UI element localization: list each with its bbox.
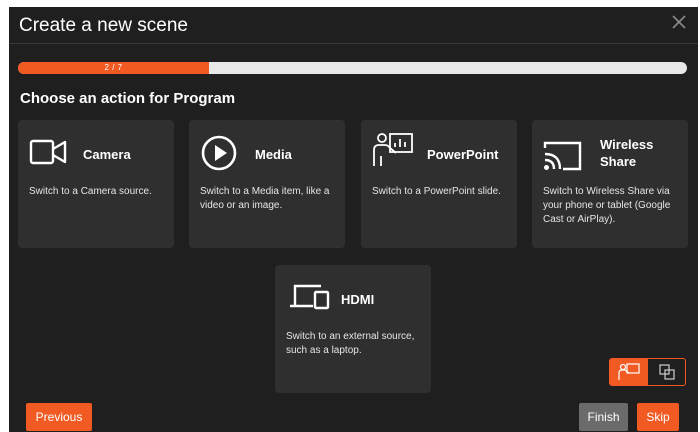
card-wireless-share[interactable]: Wireless Share Switch to Wireless Share … — [532, 120, 688, 248]
devices-icon — [290, 284, 330, 310]
presenter-icon — [373, 133, 413, 166]
previous-button[interactable]: Previous — [26, 403, 92, 431]
header-divider — [9, 43, 698, 44]
camera-icon — [29, 139, 67, 165]
finish-button[interactable]: Finish — [579, 403, 628, 431]
card-powerpoint[interactable]: PowerPoint Switch to a PowerPoint slide. — [361, 120, 517, 248]
view-toggle[interactable] — [609, 358, 686, 386]
card-label: Media — [255, 147, 292, 162]
close-icon[interactable] — [670, 13, 688, 31]
play-icon — [201, 135, 237, 171]
card-label: PowerPoint — [427, 147, 499, 162]
section-heading: Choose an action for Program — [20, 90, 236, 107]
create-scene-dialog: Create a new scene 2 / 7 Choose an actio… — [9, 7, 698, 432]
card-description: Switch to Wireless Share via your phone … — [543, 186, 671, 225]
card-label: Camera — [83, 147, 131, 162]
skip-button[interactable]: Skip — [637, 403, 679, 431]
card-media[interactable]: Media Switch to a Media item, like a vid… — [189, 120, 345, 248]
dialog-title: Create a new scene — [19, 15, 188, 36]
card-camera[interactable]: Camera Switch to a Camera source. — [18, 120, 174, 248]
layout-view-toggle[interactable] — [647, 359, 685, 385]
presenter-icon — [618, 363, 640, 380]
card-description: Switch to a PowerPoint slide. — [372, 186, 501, 197]
card-label: HDMI — [341, 292, 375, 307]
cast-icon — [543, 141, 582, 171]
card-hdmi[interactable]: HDMI Switch to an external source, such … — [275, 265, 431, 393]
card-description: Switch to a Media item, like a video or … — [200, 186, 330, 211]
card-label: Wireless Share — [600, 137, 654, 169]
card-description: Switch to an external source, such as a … — [286, 331, 415, 356]
progress-label: 2 / 7 — [104, 63, 123, 72]
presenter-view-toggle[interactable] — [610, 359, 648, 385]
card-description: Switch to a Camera source. — [29, 186, 152, 197]
progress-bar: 2 / 7 — [18, 62, 687, 74]
copy-icon — [658, 364, 675, 380]
